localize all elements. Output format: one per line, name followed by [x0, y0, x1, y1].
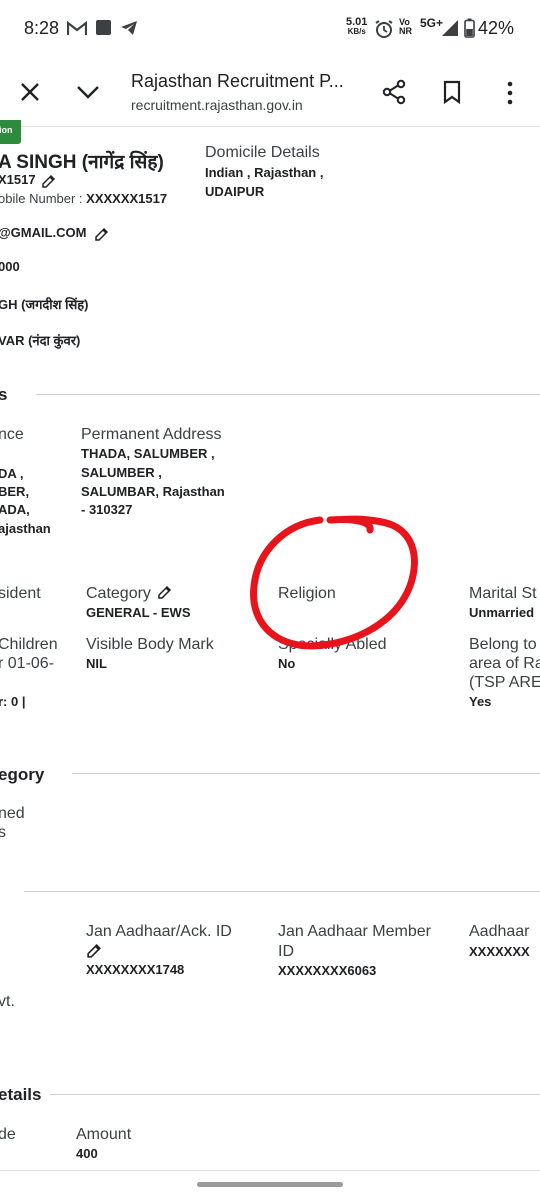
alarm-icon — [375, 20, 393, 38]
close-icon[interactable] — [19, 81, 41, 103]
body-mark-label: Visible Body Mark — [86, 636, 214, 653]
status-badge: sion — [0, 120, 21, 144]
edit-category-icon[interactable] — [157, 584, 173, 600]
domicile-line-1: Indian , Rajasthan , — [205, 165, 324, 180]
chevron-down-icon[interactable] — [76, 84, 100, 100]
bookmark-icon[interactable] — [442, 80, 462, 104]
network-type: 5G+ — [420, 16, 444, 30]
toolbar-divider — [0, 126, 540, 127]
residence-label: nce — [0, 426, 24, 443]
govt-partial-label: vt. — [0, 993, 15, 1010]
square-notification-icon — [96, 20, 111, 35]
jan-aadhaar-member-value: XXXXXXXX6063 — [278, 963, 377, 978]
signal-icon — [442, 20, 458, 36]
edit-jan-aadhaar-icon[interactable] — [86, 942, 103, 959]
aadhaar-divider — [24, 891, 540, 892]
volte-bottom: NR — [399, 26, 412, 36]
residence-line-2: BER, — [0, 484, 30, 499]
residence-line-4: ajasthan — [0, 521, 51, 536]
address-section-heading: s — [0, 385, 8, 404]
permanent-line-1: THADA, SALUMBER , — [81, 446, 215, 461]
red-annotation-circle — [250, 515, 418, 650]
mobile-value: XXXXXX1517 — [86, 191, 168, 206]
permanent-line-3: SALUMBAR, Rajasthan — [81, 484, 225, 499]
resident-label: sident — [0, 585, 41, 602]
candidate-id-value: X1517 — [0, 172, 36, 187]
edit-email-icon[interactable] — [94, 226, 110, 242]
net-speed-unit: KB/s — [347, 27, 366, 36]
specially-abled-value: No — [278, 656, 296, 671]
category-section-heading: egory — [0, 765, 45, 784]
bottom-divider — [0, 1170, 540, 1171]
gesture-navigation-bar[interactable] — [197, 1182, 343, 1187]
mobile-label: obile Number : — [0, 191, 87, 206]
telegram-icon — [121, 21, 137, 35]
net-speed-value: 5.01 — [346, 16, 368, 28]
gmail-icon — [67, 21, 87, 35]
category-section-line-1: ned — [0, 805, 25, 822]
aadhaar-label: Aadhaar — [469, 923, 530, 940]
net-speed-indicator: 5.01 KB/s — [346, 17, 367, 37]
mobile-number: obile Number : XXXXXX1517 — [0, 191, 167, 206]
domicile-line-2: UDAIPUR — [205, 184, 265, 199]
children-label-1: Children — [0, 636, 58, 653]
category-label-text: Category — [86, 585, 151, 602]
jan-aadhaar-ack-label: Jan Aadhaar/Ack. ID — [86, 923, 232, 940]
share-icon[interactable] — [381, 79, 407, 105]
belong-label-2: area of Ra — [469, 655, 540, 672]
fee-section-heading: etails — [0, 1085, 42, 1104]
candidate-name: A SINGH (नागेंद्र सिंह) — [0, 152, 164, 173]
battery-icon — [464, 18, 475, 38]
marital-status-label: Marital St — [469, 585, 537, 602]
email: @GMAIL.COM — [0, 225, 110, 242]
permanent-line-4: - 310327 — [81, 502, 133, 517]
fee-code-label: de — [0, 1126, 16, 1143]
badge-text: sion — [0, 125, 13, 135]
amount-label: Amount — [76, 1126, 132, 1143]
volte-indicator: Vo NR — [399, 18, 412, 36]
status-time: 8:28 — [24, 18, 60, 38]
residence-line-3: ADA, — [0, 502, 30, 517]
jan-aadhaar-ack-value: XXXXXXXX1748 — [86, 962, 185, 977]
more-options-icon[interactable] — [505, 81, 515, 105]
edit-id-icon[interactable] — [41, 173, 57, 189]
fee-divider — [50, 1094, 540, 1095]
aadhaar-value: XXXXXXX — [469, 944, 530, 959]
jan-aadhaar-member-label-1: Jan Aadhaar Member — [278, 923, 431, 940]
category-label: Category — [86, 585, 173, 603]
page-url: recruitment.rajasthan.gov.in — [131, 97, 303, 113]
email-value: @GMAIL.COM — [0, 225, 87, 240]
dob-value: 000 — [0, 259, 20, 274]
category-divider — [72, 773, 540, 774]
residence-line-1: DA , — [0, 466, 24, 481]
father-name: GH (जगदीश सिंह) — [0, 297, 89, 312]
children-label-2: r 01-06- — [0, 655, 55, 672]
body-mark-value: NIL — [86, 656, 107, 671]
address-divider — [36, 394, 540, 395]
belong-value: Yes — [469, 694, 492, 709]
category-section-line-2: s — [0, 824, 6, 841]
children-value: r: 0 | — [0, 694, 26, 709]
belong-label-1: Belong to — [469, 636, 537, 653]
candidate-id: X1517 — [0, 172, 57, 189]
domicile-label: Domicile Details — [205, 144, 320, 161]
jan-aadhaar-member-label-2: ID — [278, 943, 294, 960]
permanent-line-2: SALUMBER , — [81, 465, 162, 480]
marital-status-value: Unmarried — [469, 605, 535, 620]
page-title: Rajasthan Recruitment P... — [131, 71, 344, 91]
battery-percent: 42% — [478, 18, 515, 38]
mother-name: VAR (नंदा कुंवर) — [0, 333, 81, 348]
amount-value: 400 — [76, 1146, 98, 1161]
category-value: GENERAL - EWS — [86, 605, 191, 620]
belong-label-3: (TSP ARE — [469, 674, 540, 691]
permanent-address-label: Permanent Address — [81, 426, 222, 443]
